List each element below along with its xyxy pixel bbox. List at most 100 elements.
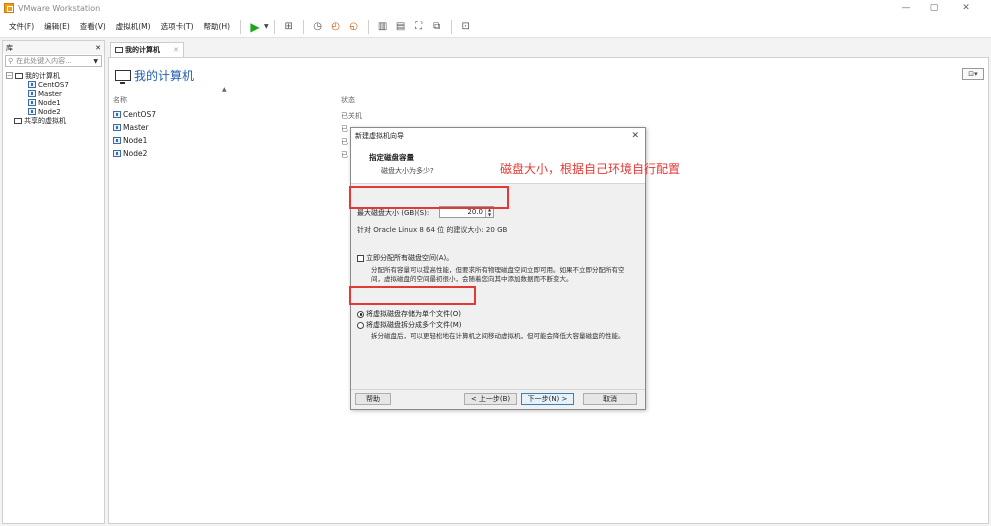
tree-label: Node1 <box>38 98 61 107</box>
vmware-window: VMware Workstation — ▢ ✕ 文件(F) 编辑(E) 查看(… <box>0 0 991 526</box>
tree-label: Node2 <box>38 107 61 116</box>
vm-list-row[interactable]: CentOS7 <box>113 110 156 119</box>
power-dropdown-icon[interactable]: ▼ <box>264 23 269 30</box>
shared-vm-icon <box>14 117 22 124</box>
tab-my-computer[interactable]: 我的计算机 ✕ <box>110 42 184 57</box>
vm-icon <box>113 124 121 131</box>
vm-icon <box>28 99 36 106</box>
tree-vm-item[interactable]: Master <box>6 89 104 98</box>
app-title: VMware Workstation <box>18 3 101 13</box>
snapshot-icon[interactable]: ◷ <box>310 19 326 35</box>
annotation-text: 磁盘大小，根据自己环境自行配置 <box>500 162 681 176</box>
tree-my-computer[interactable]: − 我的计算机 <box>6 71 104 80</box>
computer-icon <box>115 47 123 53</box>
thumbnail-bar-icon[interactable]: ▤ <box>393 19 409 35</box>
toolbar-separator <box>450 19 452 34</box>
help-button[interactable]: 帮助 <box>355 393 391 405</box>
vm-icon <box>28 81 36 88</box>
toolbar-separator <box>367 19 369 34</box>
search-dropdown-icon[interactable]: ▼ <box>93 58 98 65</box>
allocate-all-checkbox[interactable] <box>357 254 364 262</box>
dialog-footer: 帮助 < 上一步(B) 下一步(N) > 取消 <box>351 389 645 409</box>
power-on-icon[interactable]: ▶ <box>247 19 263 35</box>
vm-icon <box>113 111 121 118</box>
recommended-size-text: 针对 Oracle Linux 8 64 位 的建议大小: 20 GB <box>357 226 508 234</box>
show-library-icon[interactable]: ▥ <box>375 19 391 35</box>
single-file-label: 将虚拟磁盘存储为单个文件(O) <box>366 310 461 318</box>
multi-file-option[interactable]: 将虚拟磁盘拆分成多个文件(M) <box>357 320 462 330</box>
menu-tabs[interactable]: 选项卡(T) <box>156 21 199 32</box>
minimize-button[interactable]: — <box>892 0 920 16</box>
vm-status: 已 <box>341 151 348 159</box>
column-header-status[interactable]: 状态 <box>341 95 355 105</box>
single-file-option[interactable]: 将虚拟磁盘存储为单个文件(O) <box>357 309 461 319</box>
collapse-icon[interactable]: − <box>6 72 13 79</box>
title-bar: VMware Workstation — ▢ ✕ <box>0 0 991 16</box>
console-view-icon[interactable]: ⊡ <box>458 19 474 35</box>
tab-close-icon[interactable]: ✕ <box>173 46 179 54</box>
search-placeholder: 在此处键入内容... <box>16 57 72 65</box>
library-search-input[interactable]: ⚲ 在此处键入内容... ▼ <box>5 55 102 67</box>
allocate-all-description: 分配所有容量可以提高性能，但要求所有物理磁盘空间立即可用。如果不立即分配所有空间… <box>371 266 625 283</box>
menu-edit[interactable]: 编辑(E) <box>39 21 75 32</box>
snapshot-manager-icon[interactable]: ◵ <box>346 19 362 35</box>
menu-help[interactable]: 帮助(H) <box>199 21 236 32</box>
vm-name: Node1 <box>123 136 148 145</box>
vm-list-row[interactable]: Master <box>113 123 149 132</box>
tree-label: 我的计算机 <box>25 71 60 80</box>
view-mode-button[interactable]: ⊡▾ <box>962 68 984 80</box>
maximize-button[interactable]: ▢ <box>920 0 948 16</box>
toolbar-separator <box>240 19 242 34</box>
vm-icon <box>113 150 121 157</box>
tree-vm-item[interactable]: CentOS7 <box>6 80 104 89</box>
back-button[interactable]: < 上一步(B) <box>464 393 517 405</box>
column-header-name[interactable]: 名称 <box>113 95 127 105</box>
vm-status: 已 <box>341 125 348 133</box>
vm-status: 已 <box>341 138 348 146</box>
tree-shared-vms[interactable]: 共享的虚拟机 <box>6 116 104 125</box>
toolbar-separator <box>273 19 275 34</box>
multi-file-radio[interactable] <box>357 321 364 329</box>
unity-icon[interactable]: ⧉ <box>429 19 445 35</box>
tree-label: Master <box>38 89 62 98</box>
vm-name: CentOS7 <box>123 110 156 119</box>
vm-icon <box>113 137 121 144</box>
library-close-icon[interactable]: ✕ <box>95 44 101 52</box>
multi-file-label: 将虚拟磁盘拆分成多个文件(M) <box>366 321 462 329</box>
highlight-disk-size <box>349 186 509 209</box>
next-button[interactable]: 下一步(N) > <box>521 393 574 405</box>
tree-label: CentOS7 <box>38 80 69 89</box>
dialog-title-bar: 新建虚拟机向导 ✕ <box>351 128 645 144</box>
cancel-button[interactable]: 取消 <box>583 393 637 405</box>
page-title-text: 我的计算机 <box>134 69 195 83</box>
allocate-all-option[interactable]: 立即分配所有磁盘空间(A)。 <box>357 253 453 263</box>
disk-size-value: 20.0 <box>467 208 483 216</box>
page-title: 我的计算机 <box>115 67 194 84</box>
close-button[interactable]: ✕ <box>952 0 980 16</box>
vm-icon <box>28 108 36 115</box>
highlight-single-file <box>349 286 476 305</box>
fullscreen-icon[interactable]: ⛶ <box>411 19 427 35</box>
revert-snapshot-icon[interactable]: ◴ <box>328 19 344 35</box>
sort-ascending-icon: ▲ <box>222 86 227 93</box>
menu-file[interactable]: 文件(F) <box>4 21 39 32</box>
dialog-title: 新建虚拟机向导 <box>355 132 404 140</box>
toolbar-separator <box>302 19 304 34</box>
library-header: 库 ✕ <box>3 41 104 54</box>
single-file-radio[interactable] <box>357 310 364 318</box>
monitor-icon <box>115 70 131 84</box>
search-icon: ⚲ <box>8 57 14 65</box>
send-ctrl-alt-del-icon[interactable]: ⊞ <box>281 19 297 35</box>
vm-name: Master <box>123 123 149 132</box>
tree-vm-item[interactable]: Node1 <box>6 98 104 107</box>
menu-view[interactable]: 查看(V) <box>75 21 111 32</box>
tab-label: 我的计算机 <box>125 46 160 54</box>
tree-label: 共享的虚拟机 <box>24 116 66 125</box>
allocate-all-label: 立即分配所有磁盘空间(A)。 <box>366 254 454 262</box>
dialog-close-icon[interactable]: ✕ <box>631 131 639 141</box>
vm-list-row[interactable]: Node1 <box>113 136 147 145</box>
menu-vm[interactable]: 虚拟机(M) <box>111 21 156 32</box>
vm-list-row[interactable]: Node2 <box>113 149 147 158</box>
vm-icon <box>28 90 36 97</box>
library-title: 库 <box>6 43 13 52</box>
